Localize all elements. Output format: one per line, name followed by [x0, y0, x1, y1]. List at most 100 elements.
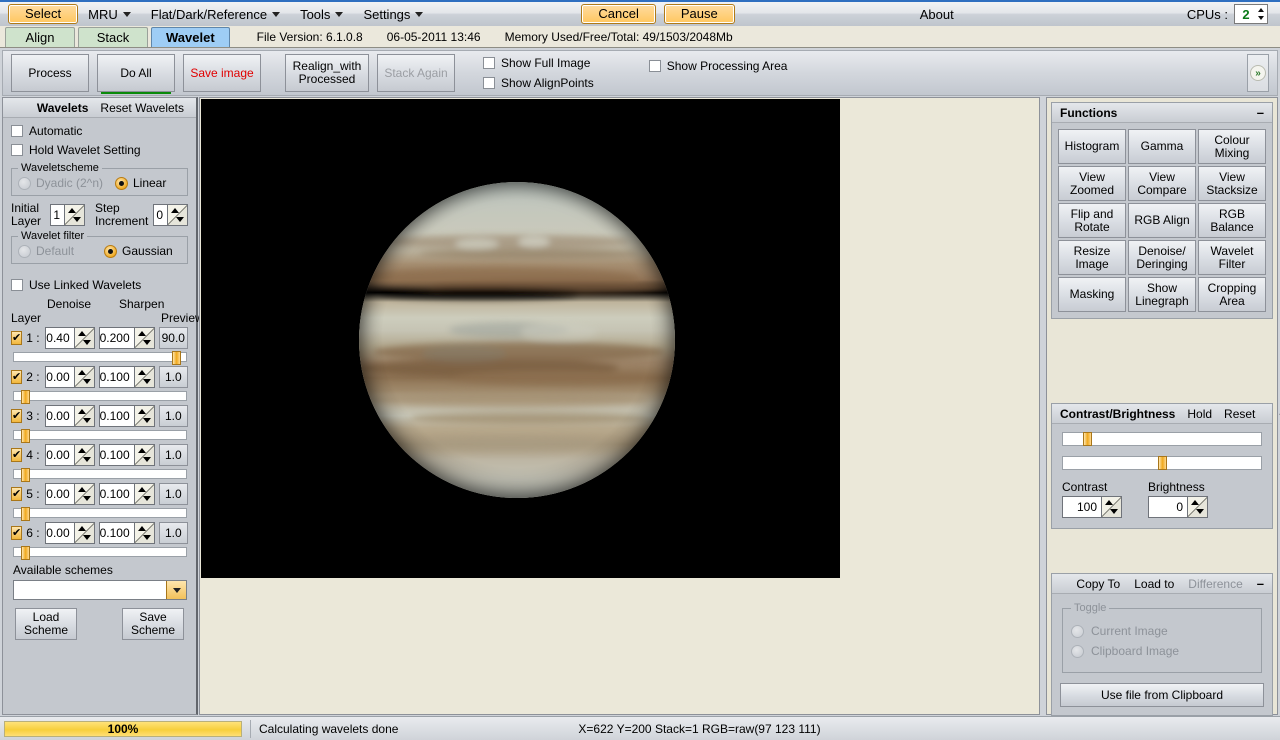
about-button[interactable]: About	[910, 4, 964, 25]
stepper-arrows-icon[interactable]	[74, 328, 94, 348]
minimize-icon[interactable]: –	[1257, 579, 1264, 589]
checkbox-icon[interactable]	[483, 77, 495, 89]
checkbox-icon[interactable]	[649, 60, 661, 72]
menu-select-button[interactable]: Select	[8, 4, 78, 24]
function-button-colour-mixing[interactable]: Colour Mixing	[1198, 129, 1266, 164]
radio-icon[interactable]	[18, 177, 31, 190]
layer-enabled-checkbox[interactable]: ✔	[11, 448, 22, 462]
function-button-resize-image[interactable]: Resize Image	[1058, 240, 1126, 275]
layer-sharpen-stepper[interactable]: 0.200	[99, 327, 155, 349]
layer-preview-value[interactable]: 90.0	[159, 327, 188, 349]
stepper-arrows-icon[interactable]	[74, 523, 94, 543]
function-button-rgb-balance[interactable]: RGB Balance	[1198, 203, 1266, 238]
checkbox-icon[interactable]	[483, 57, 495, 69]
function-button-view-zoomed[interactable]: View Zoomed	[1058, 166, 1126, 201]
function-button-view-stacksize[interactable]: View Stacksize	[1198, 166, 1266, 201]
scheme-combobox[interactable]	[13, 580, 187, 600]
cpus-stepper[interactable]: 2	[1234, 4, 1268, 24]
initial-layer-stepper[interactable]: 1	[50, 204, 85, 226]
layer-slider[interactable]	[13, 391, 187, 401]
function-button-cropping-area[interactable]: Cropping Area	[1198, 277, 1266, 312]
minimize-icon[interactable]: –	[1257, 108, 1264, 118]
stepper-arrows-icon[interactable]	[134, 445, 154, 465]
stepper-arrows-icon[interactable]	[134, 328, 154, 348]
menu-mru[interactable]: MRU	[78, 4, 141, 25]
layer-denoise-stepper[interactable]: 0.00	[45, 444, 94, 466]
layer-sharpen-stepper[interactable]: 0.100	[99, 444, 155, 466]
expand-toolbar-button[interactable]: »	[1247, 54, 1269, 92]
layer-enabled-checkbox[interactable]: ✔	[11, 331, 22, 345]
slider-thumb[interactable]	[21, 507, 30, 521]
reset-button[interactable]: Reset	[1224, 407, 1255, 421]
layer-denoise-stepper[interactable]: 0.00	[45, 366, 94, 388]
radio-icon[interactable]	[18, 245, 31, 258]
layer-preview-value[interactable]: 1.0	[159, 366, 188, 388]
image-viewport[interactable]	[199, 97, 1040, 715]
layer-enabled-checkbox[interactable]: ✔	[11, 526, 22, 540]
layer-slider[interactable]	[13, 547, 187, 557]
copy-to-button[interactable]: Copy To	[1076, 577, 1120, 591]
stepper-arrows-icon[interactable]	[134, 367, 154, 387]
tab-wavelet[interactable]: Wavelet	[151, 27, 230, 47]
layer-sharpen-stepper[interactable]: 0.100	[99, 483, 155, 505]
checkbox-icon[interactable]	[11, 125, 23, 137]
function-button-histogram[interactable]: Histogram	[1058, 129, 1126, 164]
stepper-arrows-icon[interactable]	[74, 484, 94, 504]
show-alignpoints-checkbox[interactable]: Show AlignPoints	[483, 76, 594, 90]
filter-default-radio[interactable]: Default	[18, 244, 74, 258]
layer-slider[interactable]	[13, 352, 187, 362]
layer-enabled-checkbox[interactable]: ✔	[11, 487, 22, 501]
function-button-wavelet-filter[interactable]: Wavelet Filter	[1198, 240, 1266, 275]
menu-tools[interactable]: Tools	[290, 4, 353, 25]
realign-with-processed-button[interactable]: Realign_with Processed	[285, 54, 369, 92]
menu-flat-dark-reference[interactable]: Flat/Dark/Reference	[141, 4, 290, 25]
tab-align[interactable]: Align	[5, 27, 75, 47]
slider-thumb[interactable]	[172, 351, 181, 365]
layer-preview-value[interactable]: 1.0	[159, 405, 188, 427]
chevron-down-icon[interactable]	[166, 581, 186, 599]
pause-button[interactable]: Pause	[664, 4, 735, 24]
slider-thumb[interactable]	[1083, 432, 1092, 446]
slider-thumb[interactable]	[21, 429, 30, 443]
checkbox-icon[interactable]	[11, 279, 23, 291]
function-button-rgb-align[interactable]: RGB Align	[1128, 203, 1196, 238]
layer-slider[interactable]	[13, 430, 187, 440]
slider-thumb[interactable]	[21, 468, 30, 482]
scheme-combobox-value[interactable]	[14, 581, 166, 599]
stepper-arrows-icon[interactable]	[1101, 497, 1121, 517]
image-canvas[interactable]	[201, 99, 840, 578]
layer-sharpen-stepper[interactable]: 0.100	[99, 522, 155, 544]
hold-button[interactable]: Hold	[1187, 407, 1212, 421]
layer-enabled-checkbox[interactable]: ✔	[11, 370, 22, 384]
stepper-arrows-icon[interactable]	[74, 367, 94, 387]
function-button-view-compare[interactable]: View Compare	[1128, 166, 1196, 201]
layer-preview-value[interactable]: 1.0	[159, 444, 188, 466]
layer-denoise-stepper[interactable]: 0.40	[45, 327, 94, 349]
cancel-button[interactable]: Cancel	[581, 4, 655, 24]
process-button[interactable]: Process	[11, 54, 89, 92]
function-button-denoise-deringing[interactable]: Denoise/ Deringing	[1128, 240, 1196, 275]
function-button-flip-and-rotate[interactable]: Flip and Rotate	[1058, 203, 1126, 238]
stepper-arrows-icon[interactable]	[74, 406, 94, 426]
tab-stack[interactable]: Stack	[78, 27, 148, 47]
use-file-from-clipboard-button[interactable]: Use file from Clipboard	[1060, 683, 1264, 707]
menu-settings[interactable]: Settings	[353, 4, 433, 25]
filter-gaussian-radio[interactable]: Gaussian	[104, 244, 173, 258]
load-to-button[interactable]: Load to	[1134, 577, 1174, 591]
reset-wavelets-button[interactable]: Reset Wavelets	[100, 101, 184, 115]
step-increment-stepper[interactable]: 0	[153, 204, 188, 226]
function-button-gamma[interactable]: Gamma	[1128, 129, 1196, 164]
checkbox-icon[interactable]	[11, 144, 23, 156]
layer-enabled-checkbox[interactable]: ✔	[11, 409, 22, 423]
stepper-arrows-icon[interactable]	[167, 205, 187, 225]
brightness-slider[interactable]	[1062, 456, 1262, 470]
do-all-button[interactable]: Do All	[97, 54, 175, 92]
layer-denoise-stepper[interactable]: 0.00	[45, 405, 94, 427]
stepper-arrows-icon[interactable]	[134, 523, 154, 543]
slider-thumb[interactable]	[1158, 456, 1167, 470]
stepper-arrows-icon[interactable]	[134, 406, 154, 426]
function-button-show-linegraph[interactable]: Show Linegraph	[1128, 277, 1196, 312]
function-button-masking[interactable]: Masking	[1058, 277, 1126, 312]
show-full-image-checkbox[interactable]: Show Full Image	[483, 56, 594, 70]
stepper-arrows-icon[interactable]	[74, 445, 94, 465]
